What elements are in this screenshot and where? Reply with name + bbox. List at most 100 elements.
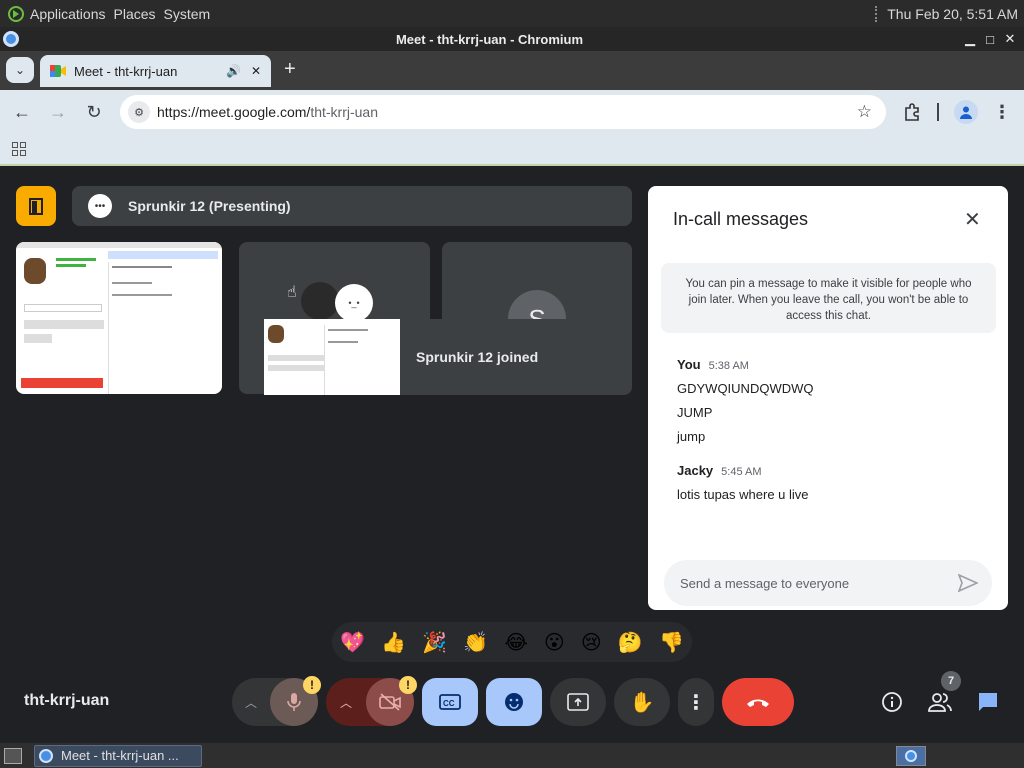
bookmark-bar: [0, 134, 1024, 166]
reactions-button[interactable]: [486, 678, 542, 726]
new-tab-button[interactable]: +: [284, 58, 296, 81]
camera-off-icon: [379, 693, 401, 711]
kebab-menu-icon: ⋮: [993, 101, 1011, 122]
close-tab-icon[interactable]: ✕: [251, 64, 261, 78]
more-options-button[interactable]: ⋮: [678, 678, 714, 726]
message-sender: Jacky: [677, 463, 714, 478]
present-screen-button[interactable]: [550, 678, 606, 726]
reaction-sad-icon[interactable]: 😢: [581, 630, 602, 655]
reaction-party-icon[interactable]: 🎉: [422, 630, 447, 655]
meeting-details-button[interactable]: [872, 682, 912, 722]
taskbar-window-button[interactable]: Meet - tht-krrj-uan ...: [34, 744, 202, 767]
chromium-taskbar-icon: [39, 748, 53, 763]
maximize-icon[interactable]: □: [980, 32, 1000, 47]
profile-button[interactable]: [954, 100, 978, 124]
message-time: 5:38 AM: [708, 360, 749, 372]
message-sender: You: [677, 357, 701, 372]
message-text: jump: [677, 429, 706, 444]
chat-button[interactable]: [968, 682, 1008, 722]
message-group: You 5:38 AM GDYWQIUNDQWDWQ JUMP jump: [677, 356, 977, 444]
reaction-thumbs-down-icon[interactable]: 👎: [659, 630, 684, 655]
distro-logo-icon[interactable]: [6, 4, 26, 24]
leave-call-button[interactable]: [722, 678, 794, 726]
pin-notice: You can pin a message to make it visible…: [661, 263, 996, 333]
meeting-room-button[interactable]: [16, 186, 56, 226]
applications-menu[interactable]: Applications: [26, 6, 110, 22]
emoji-icon: [505, 693, 523, 711]
video-options-chevron-icon[interactable]: ︿: [326, 694, 366, 711]
show-desktop-icon[interactable]: [4, 747, 22, 764]
puzzle-icon: [905, 103, 919, 121]
raise-hand-button[interactable]: ✋: [614, 678, 670, 726]
extensions-button[interactable]: [900, 100, 924, 124]
presenting-bar[interactable]: ••• Sprunkir 12 (Presenting): [72, 186, 632, 226]
address-bar[interactable]: ⚙ https://meet.google.com/tht-krrj-uan ☆: [120, 95, 886, 129]
reaction-surprised-icon[interactable]: 😮: [544, 630, 565, 655]
tab-title: Meet - tht-krrj-uan: [74, 63, 178, 79]
message-time: 5:45 AM: [721, 466, 762, 478]
presenting-label: Sprunkir 12 (Presenting): [128, 198, 291, 214]
more-vert-icon: ⋮: [686, 691, 706, 714]
forward-button[interactable]: →: [46, 100, 70, 124]
system-menu[interactable]: System: [160, 6, 215, 22]
site-info-icon[interactable]: ⚙: [128, 101, 150, 123]
browser-menu-button[interactable]: ⋮: [992, 100, 1012, 124]
send-icon[interactable]: [958, 574, 978, 592]
close-chat-icon[interactable]: ✕: [964, 207, 981, 232]
reaction-thinking-icon[interactable]: 🤔: [618, 630, 643, 655]
chat-messages: You 5:38 AM GDYWQIUNDQWDWQ JUMP jump Jack…: [677, 356, 977, 502]
reload-button[interactable]: ↻: [82, 100, 106, 124]
chat-bubble-icon: [979, 693, 997, 711]
info-icon: [882, 692, 902, 712]
audio-options-chevron-icon[interactable]: ︿: [232, 694, 270, 711]
places-menu[interactable]: Places: [110, 6, 160, 22]
reaction-clap-icon[interactable]: 👏: [463, 630, 488, 655]
back-arrow-icon: ←: [13, 101, 31, 122]
chat-input-placeholder: Send a message to everyone: [680, 575, 850, 591]
shared-screen-thumbnail: [16, 242, 222, 394]
apps-grid-icon[interactable]: [12, 142, 26, 156]
message-text: lotis tupas where u live: [677, 487, 809, 502]
present-screen-icon: [567, 693, 589, 711]
meeting-code: tht-krrj-uan: [24, 692, 110, 709]
message-group: Jacky 5:45 AM lotis tupas where u live: [677, 462, 977, 502]
close-window-icon[interactable]: ✕: [1000, 31, 1020, 47]
workspace-switcher[interactable]: [896, 745, 926, 766]
profile-avatar-icon: [960, 106, 972, 119]
reaction-laugh-icon[interactable]: 😂: [504, 630, 527, 655]
hang-up-icon: [747, 699, 769, 707]
mouse-pointer-icon: ☝: [287, 284, 297, 301]
chat-panel: In-call messages ✕ You can pin a message…: [648, 186, 1008, 610]
microphone-icon: [287, 693, 301, 711]
participants-count-badge: 7: [941, 671, 961, 691]
reaction-thumbs-up-icon[interactable]: 👍: [381, 630, 406, 655]
reactions-bar: 💖 👍 🎉 👏 😂 😮 😢 🤔 👎: [332, 622, 692, 662]
toolbar-divider: [937, 103, 939, 121]
tab-meet[interactable]: Meet - tht-krrj-uan 🔊 ✕: [40, 55, 271, 87]
camera-warning-badge: !: [399, 676, 417, 694]
window-title-bar: Meet - tht-krrj-uan - Chromium ▁ □ ✕: [0, 27, 1024, 51]
message-text: GDYWQIUNDQWDWQ: [677, 381, 814, 396]
participant-video-feed: [301, 282, 339, 320]
people-icon: [928, 693, 952, 712]
audio-playing-icon[interactable]: 🔊: [226, 64, 241, 78]
tab-search-button[interactable]: ⌄: [6, 57, 34, 83]
separator-handle: [875, 5, 879, 22]
minimize-icon[interactable]: ▁: [960, 31, 980, 47]
workspace-chromium-icon: [905, 749, 917, 762]
back-button[interactable]: ←: [10, 100, 34, 124]
chat-input[interactable]: Send a message to everyone: [664, 560, 992, 606]
url-path: tht-krrj-uan: [310, 104, 378, 120]
system-top-bar: Applications Places System Thu Feb 20, 5…: [0, 0, 1024, 27]
meet-favicon-icon: [50, 65, 66, 77]
clock[interactable]: Thu Feb 20, 5:51 AM: [887, 6, 1018, 22]
bookmark-star-icon[interactable]: ☆: [857, 102, 872, 122]
svg-text:CC: CC: [443, 699, 455, 708]
join-notification-text: Sprunkir 12 joined: [416, 349, 539, 365]
forward-arrow-icon: →: [49, 101, 67, 122]
door-icon: [29, 198, 43, 215]
captions-button[interactable]: CC: [422, 678, 478, 726]
shared-screen-tile[interactable]: [16, 242, 222, 394]
join-notification[interactable]: Sprunkir 12 joined: [264, 319, 632, 395]
reaction-heart-icon[interactable]: 💖: [340, 630, 365, 655]
